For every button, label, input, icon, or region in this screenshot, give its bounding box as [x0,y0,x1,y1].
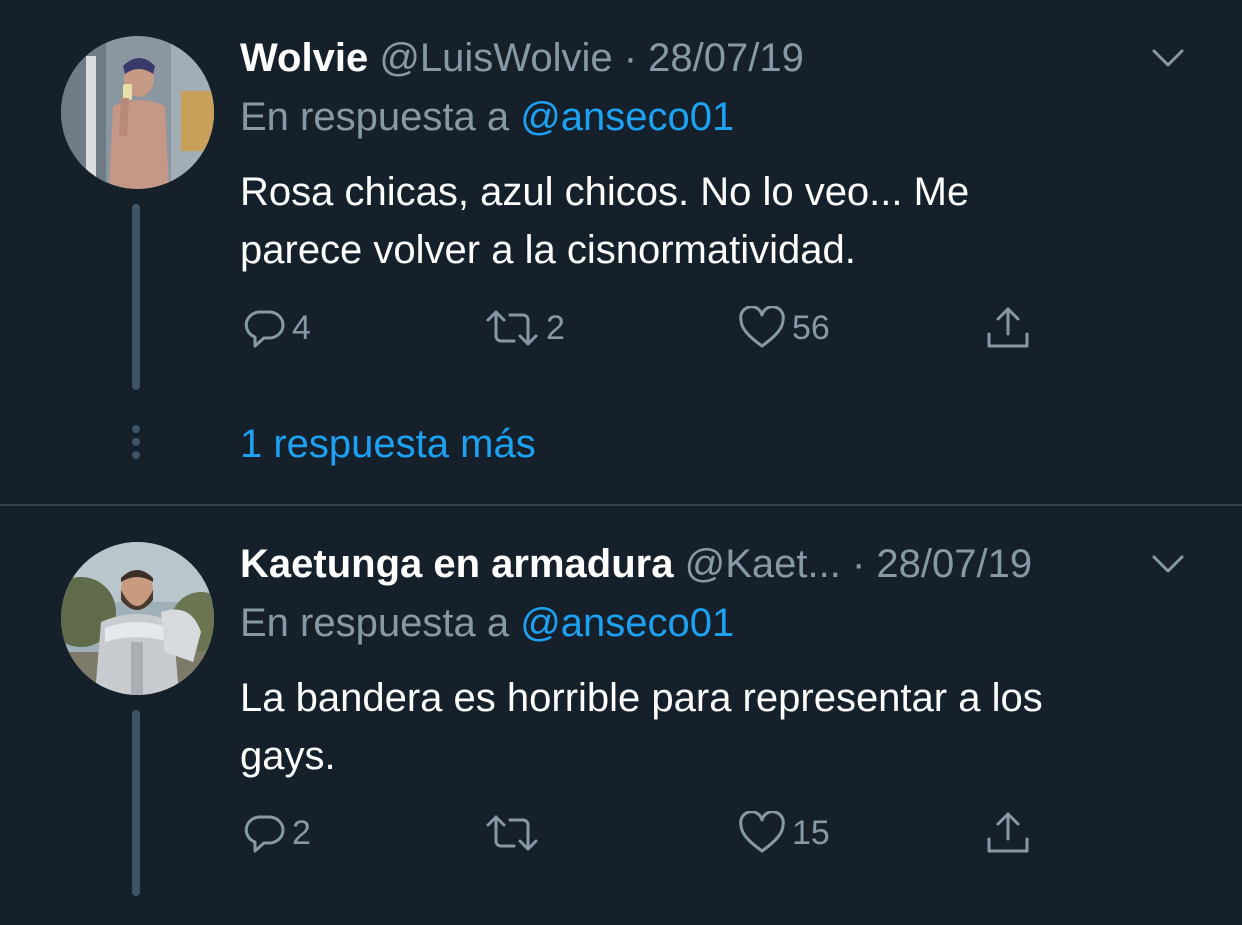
reply-mention[interactable]: @anseco01 [520,95,734,139]
share-button[interactable] [984,303,1032,353]
retweet-button[interactable]: 2 [484,303,565,353]
reply-button[interactable]: 2 [242,808,311,858]
tweet-text: La bandera es horrible para representar … [240,669,1200,785]
reply-icon [244,310,285,348]
chevron-down-icon[interactable] [1150,46,1186,70]
reply-button[interactable]: 4 [242,303,311,353]
retweet-count: 2 [546,308,565,347]
more-replies-indicator [130,425,142,464]
share-button[interactable] [984,808,1032,858]
share-icon [987,307,1029,348]
share-icon [987,812,1029,853]
avatar[interactable] [61,542,214,695]
tweet-text-line: Rosa chicas, azul chicos. No lo veo... M… [240,170,970,214]
reply-prefix: En respuesta a [240,95,510,139]
user-handle[interactable]: @Kaet... [685,542,841,586]
like-button[interactable]: 56 [738,303,830,353]
retweet-icon [486,310,538,346]
heart-icon [739,811,785,853]
retweet-icon [486,815,538,851]
display-name[interactable]: Wolvie [240,36,368,80]
tweet[interactable]: Kaetunga en armadura @Kaet... · 28/07/19… [0,506,1242,925]
heart-icon [739,306,785,348]
like-count: 15 [792,813,830,852]
reply-context: En respuesta a @anseco01 [240,599,734,647]
like-count: 56 [792,308,830,347]
thread-line [132,710,140,896]
tweet-text-line: parece volver a la cisnormatividad. [240,228,856,272]
user-handle[interactable]: @LuisWolvie [379,36,612,80]
thread-line [132,204,140,390]
tweet[interactable]: Wolvie @LuisWolvie · 28/07/19 En respues… [0,0,1242,505]
tweet-date[interactable]: 28/07/19 [876,542,1032,586]
reply-icon [244,815,285,853]
display-name[interactable]: Kaetunga en armadura [240,542,673,586]
header-separator: · [851,542,866,586]
reply-count: 2 [292,813,311,852]
tweet-text: Rosa chicas, azul chicos. No lo veo... M… [240,163,1200,279]
tweet-text-line: La bandera es horrible para representar … [240,676,1043,720]
reply-context: En respuesta a @anseco01 [240,93,734,141]
tweet-header: Wolvie @LuisWolvie · 28/07/19 [240,34,804,82]
tweet-date[interactable]: 28/07/19 [648,36,804,80]
show-more-replies-link[interactable]: 1 respuesta más [240,420,536,468]
avatar[interactable] [61,36,214,189]
chevron-down-icon[interactable] [1150,552,1186,576]
tweet-header: Kaetunga en armadura @Kaet... · 28/07/19 [240,540,1032,588]
like-button[interactable]: 15 [738,808,830,858]
header-separator: · [623,36,638,80]
reply-prefix: En respuesta a [240,601,510,645]
reply-mention[interactable]: @anseco01 [520,601,734,645]
tweet-text-line: gays. [240,734,336,778]
retweet-button[interactable] [484,808,546,858]
reply-count: 4 [292,308,311,347]
